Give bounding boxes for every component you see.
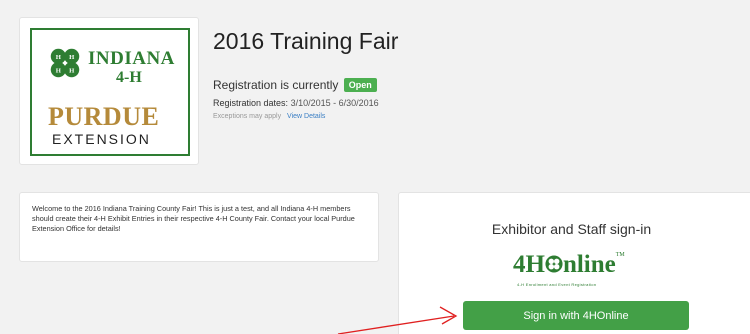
page-title: 2016 Training Fair — [213, 28, 399, 54]
logo-extension-text: EXTENSION — [52, 131, 151, 147]
logo-purdue-text: PURDUE — [48, 102, 160, 131]
exceptions-text: Exceptions may apply — [213, 113, 282, 120]
svg-text:H: H — [56, 68, 62, 75]
logo-indiana-text: INDIANA — [88, 48, 175, 69]
indiana-4h-purdue-logo: H H H H INDIANA 4-H PURDUE EXTENSION — [30, 28, 190, 156]
sign-in-4honline-button[interactable]: Sign in with 4HOnline — [463, 301, 689, 330]
4honline-logo: 4H nlineTM — [513, 251, 625, 279]
status-badge: Open — [343, 78, 377, 92]
svg-text:H: H — [69, 54, 75, 61]
logo-4h-text: 4-H — [116, 69, 142, 86]
trademark-mark: TM — [615, 252, 625, 258]
signin-card: Exhibitor and Staff sign-in 4H nlineTM 4-… — [398, 192, 750, 334]
4honline-logo-subtitle: 4-H Enrollment and Event Registration — [517, 282, 597, 287]
exceptions-line: Exceptions may apply View Details — [213, 113, 325, 120]
view-details-link[interactable]: View Details — [287, 113, 325, 120]
4honline-logo-4h: 4H — [513, 251, 545, 278]
clover-icon: H H H H — [50, 48, 80, 78]
registration-status: Registration is currently Open — [213, 78, 377, 92]
registration-dates-label: Registration dates: — [213, 98, 289, 108]
registration-status-text: Registration is currently — [213, 78, 339, 92]
clover-icon — [545, 255, 563, 273]
signin-heading: Exhibitor and Staff sign-in — [491, 221, 652, 237]
registration-dates: Registration dates: 3/10/2015 - 6/30/201… — [213, 98, 379, 108]
logo-card: H H H H INDIANA 4-H PURDUE EXTENSION — [19, 17, 199, 165]
registration-dates-value: 3/10/2015 - 6/30/2016 — [290, 98, 379, 108]
welcome-text: Welcome to the 2016 Indiana Training Cou… — [32, 204, 355, 233]
svg-text:H: H — [56, 54, 62, 61]
svg-text:H: H — [69, 68, 75, 75]
4honline-logo-online: nline — [562, 251, 616, 278]
welcome-card: Welcome to the 2016 Indiana Training Cou… — [19, 192, 379, 262]
